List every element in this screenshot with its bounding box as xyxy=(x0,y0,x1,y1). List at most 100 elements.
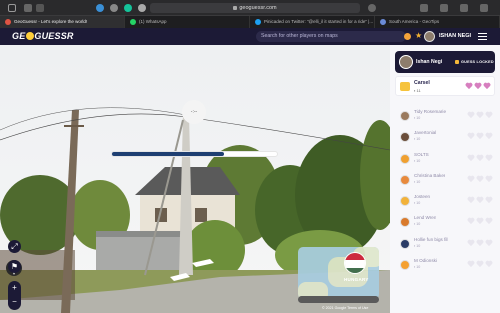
heart-icon xyxy=(467,112,474,119)
player-score: ▪ 10 xyxy=(414,179,421,184)
address-text: geoguessr.com xyxy=(239,5,277,11)
tab-whatsapp[interactable]: (1) WhatsApp xyxy=(125,16,250,28)
heart-icon xyxy=(485,261,492,268)
player-name: Josteen xyxy=(414,194,431,200)
list-item[interactable]: Tidy Rosemarie ▪ 10 xyxy=(396,107,496,128)
heart-icon xyxy=(485,155,492,162)
heart-icon xyxy=(485,176,492,183)
zoom-control: + − xyxy=(8,281,21,310)
back-icon[interactable] xyxy=(24,4,32,12)
download-icon[interactable] xyxy=(420,4,428,12)
player-score: ▪ 10 xyxy=(414,222,421,227)
team-score: ▪ 11 xyxy=(414,88,421,93)
player-score: ▪ 10 xyxy=(414,158,421,163)
heart-icon xyxy=(467,133,474,140)
sidebar-toggle-icon[interactable] xyxy=(8,4,16,12)
guess-button[interactable] xyxy=(298,296,379,303)
browser-toolbar: geoguessr.com xyxy=(0,0,500,16)
extension-vpn-icon[interactable] xyxy=(96,4,104,12)
fullscreen-button[interactable]: ⤢ xyxy=(8,240,21,253)
heart-icon xyxy=(476,133,483,140)
geoguessr-logo[interactable]: GE GUESSR xyxy=(12,31,74,42)
progress-bar xyxy=(111,151,278,157)
heart-icon xyxy=(476,112,483,119)
avatar xyxy=(400,196,410,207)
avatar xyxy=(399,55,413,69)
player-score: ▪ 10 xyxy=(414,243,421,248)
heart-icon xyxy=(467,155,474,162)
country-flag-icon xyxy=(344,252,366,274)
team-badge-icon xyxy=(400,82,410,91)
share-icon[interactable] xyxy=(440,4,448,12)
player-score: ▪ 10 xyxy=(414,116,421,120)
geoguessr-favicon-icon xyxy=(5,19,11,25)
flag-return-button[interactable]: ⚑ xyxy=(8,260,21,273)
logo-right: GUESSR xyxy=(34,31,74,41)
heart-icon xyxy=(476,240,483,247)
address-bar[interactable]: geoguessr.com xyxy=(150,3,360,13)
lock-icon xyxy=(233,5,238,10)
avatar xyxy=(400,153,410,164)
tab-overview-icon[interactable] xyxy=(480,4,488,12)
avatar[interactable] xyxy=(424,31,435,42)
heart-icon xyxy=(485,112,492,119)
list-item[interactable]: Josteen ▪ 10 xyxy=(396,192,496,213)
heart-icon xyxy=(476,261,483,268)
list-item[interactable]: Christina Baker ▪ 10 xyxy=(396,171,496,192)
extension-shield-icon[interactable] xyxy=(110,4,118,12)
avatar xyxy=(400,132,410,143)
guess-locked-text: GUESS LOCKED xyxy=(461,60,494,64)
progress-fill xyxy=(112,152,225,156)
heart-icon xyxy=(485,197,492,204)
zoom-out-button[interactable]: − xyxy=(8,295,21,309)
player-name: Tidy Rosemarie xyxy=(414,109,446,114)
tab-label: Pinicaded on Twitter: "@elli_il it start… xyxy=(264,19,374,24)
list-item[interactable]: Hollie fun bigs fill ▪ 10 xyxy=(396,235,496,256)
team-card: Carsel ▪ 11 xyxy=(395,76,495,96)
heart-icon xyxy=(485,133,492,140)
player-name: M Odionski xyxy=(414,258,437,264)
heart-icon xyxy=(476,218,483,225)
screen: geoguessr.com GeoGuessr - Let's explore … xyxy=(0,0,500,313)
heart-icon xyxy=(467,218,474,225)
google-footer: © 2021 Google Terms of Use xyxy=(322,306,369,310)
list-item[interactable]: Lend Wren ▪ 10 xyxy=(396,213,496,234)
player-name: Javertonial xyxy=(414,130,437,136)
list-item[interactable]: M Odionski ▪ 10 xyxy=(396,256,496,277)
heart-icon xyxy=(465,83,472,90)
forward-icon[interactable] xyxy=(36,4,44,12)
list-item[interactable]: Javertonial ▪ 10 xyxy=(396,128,496,149)
heart-icon xyxy=(483,83,490,90)
player-hearts xyxy=(465,155,492,162)
zoom-in-button[interactable]: + xyxy=(8,281,21,295)
extension-globe-icon[interactable] xyxy=(138,4,146,12)
list-item[interactable]: SOLTS ▪ 10 xyxy=(396,150,496,171)
player-hearts xyxy=(465,261,492,268)
star-icon[interactable]: ★ xyxy=(415,31,422,41)
player-score: ▪ 10 xyxy=(414,137,421,142)
heart-icon xyxy=(476,155,483,162)
hamburger-menu-icon[interactable] xyxy=(478,33,487,40)
tab-geotips[interactable]: South America - GeoTips xyxy=(375,16,500,28)
player-hearts xyxy=(465,197,492,204)
guess-minimap[interactable] xyxy=(298,247,379,299)
coin-icon[interactable] xyxy=(404,33,411,40)
player-search-input[interactable]: Search for other players on maps xyxy=(256,31,406,42)
tab-label: (1) WhatsApp xyxy=(139,19,167,24)
reload-icon[interactable] xyxy=(368,4,376,12)
new-tab-icon[interactable] xyxy=(460,4,468,12)
flag-stripe xyxy=(345,253,365,261)
header-username[interactable]: ISHAN NEGI xyxy=(439,31,471,42)
tab-twitter[interactable]: Pinicaded on Twitter: "@elli_il it start… xyxy=(250,16,375,28)
twitter-favicon-icon xyxy=(255,19,261,25)
player-hearts xyxy=(465,240,492,247)
tab-geoguessr[interactable]: GeoGuessr - Let's explore the world! xyxy=(0,16,125,28)
geoguessr-header: GE GUESSR Search for other players on map… xyxy=(0,28,500,45)
player-name: Hollie fun bigs fill xyxy=(414,236,449,242)
team-name: Carsel xyxy=(414,80,430,86)
team-hearts xyxy=(463,83,490,90)
heart-icon xyxy=(474,83,481,90)
current-player-card: Ishan Negi GUESS LOCKED xyxy=(395,51,495,73)
extension-grammarly-icon[interactable] xyxy=(124,4,132,12)
player-score: ▪ 10 xyxy=(414,201,421,206)
